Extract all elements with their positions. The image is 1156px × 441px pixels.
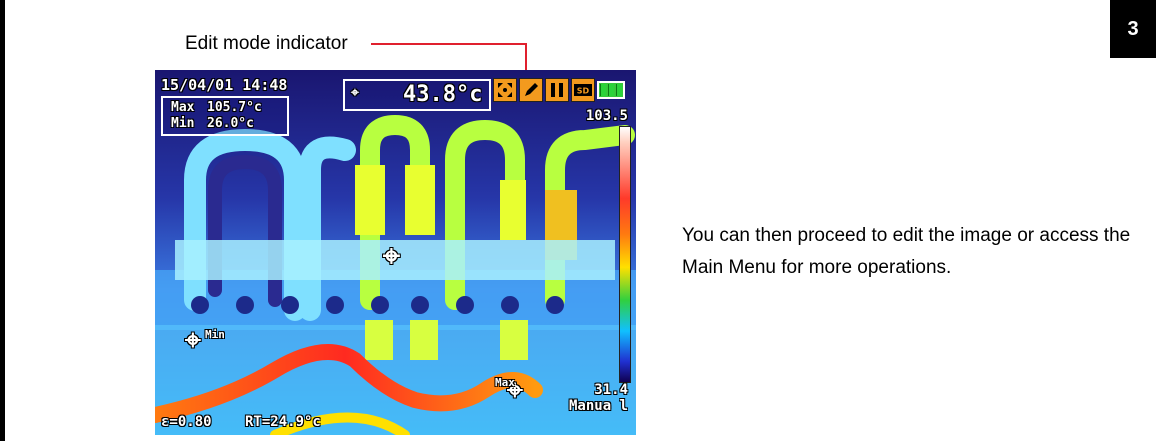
callout-leader-horizontal: [371, 43, 527, 45]
battery-icon: [597, 81, 625, 99]
pause-icon: [545, 78, 569, 102]
description-text: You can then proceed to edit the image o…: [682, 225, 1131, 278]
min-spot-label: Min: [205, 328, 225, 341]
step-number-badge: 3: [1110, 0, 1156, 58]
svg-text:SD: SD: [577, 87, 590, 96]
max-value: 105.7°c: [207, 100, 262, 115]
manual-page: 3 Edit mode indicator You can then proce…: [5, 0, 1156, 441]
center-temperature-box: ⌖ 43.8°c: [343, 79, 491, 111]
thermal-camera-screen: 15/04/01 14:48 Max 105.7°c Min 26.0°c ⌖ …: [155, 70, 636, 435]
sd-card-icon: SD: [571, 78, 595, 102]
fit-screen-icon: [493, 78, 517, 102]
status-icon-bar: SD: [493, 78, 625, 102]
emissivity-readout: ε=0.80: [161, 414, 212, 430]
reflected-temp-readout: RT=24.9°c: [245, 414, 321, 430]
center-temperature: 43.8°c: [403, 82, 483, 107]
crosshair-icon: ⌖: [351, 85, 359, 101]
min-label: Min: [171, 116, 195, 131]
scale-max-value: 103.5: [585, 108, 628, 124]
max-label: Max: [171, 100, 195, 115]
scale-min-value: 31.4: [594, 382, 628, 398]
datetime-readout: 15/04/01 14:48: [161, 76, 288, 94]
color-scale-bar: [619, 126, 631, 383]
min-value: 26.0°c: [207, 116, 254, 131]
min-max-box: Max 105.7°c Min 26.0°c: [161, 96, 289, 136]
min-spot-marker-icon: ⌖: [185, 323, 201, 356]
max-spot-label: Max: [495, 376, 515, 389]
callout-label: Edit mode indicator: [185, 33, 348, 54]
mode-label: Manua l: [568, 398, 628, 414]
edit-pencil-icon: [519, 78, 543, 102]
center-crosshair-icon: ⌖: [383, 239, 400, 274]
